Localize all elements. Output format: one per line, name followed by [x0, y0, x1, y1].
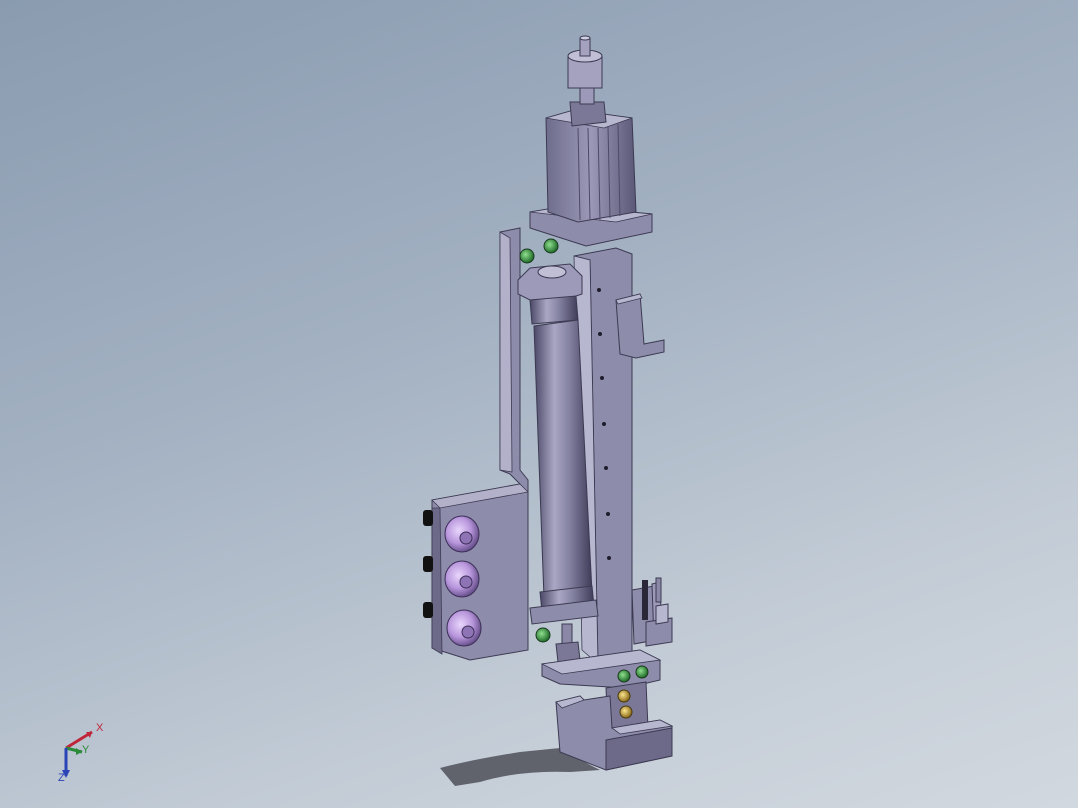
fitting-icon: [423, 510, 433, 526]
brass-fitting-icon: [617, 689, 631, 703]
adjust-knob[interactable]: [446, 609, 482, 647]
coordinate-triad: X Y Z: [52, 718, 112, 788]
screw-icon: [635, 665, 649, 679]
axis-y-label: Y: [82, 744, 90, 756]
axis-z-label: Z: [58, 772, 65, 784]
side-bracket[interactable]: [615, 293, 665, 359]
screw-icon: [519, 248, 535, 264]
fitting-icon: [423, 556, 433, 572]
adjust-knob[interactable]: [444, 560, 480, 598]
fitting-icon: [423, 602, 433, 618]
assembly-model[interactable]: [0, 0, 1078, 808]
screw-icon: [543, 238, 559, 254]
stepper-motor[interactable]: [545, 35, 637, 223]
screw-icon: [617, 669, 631, 683]
graphics-viewport[interactable]: X Y Z: [0, 0, 1078, 808]
axis-x-label: X: [96, 722, 104, 734]
base-plate[interactable]: [431, 227, 529, 661]
screw-icon: [535, 627, 551, 643]
adjust-knob[interactable]: [444, 515, 480, 553]
brass-fitting-icon: [619, 705, 633, 719]
gripper-assembly[interactable]: [631, 577, 673, 647]
